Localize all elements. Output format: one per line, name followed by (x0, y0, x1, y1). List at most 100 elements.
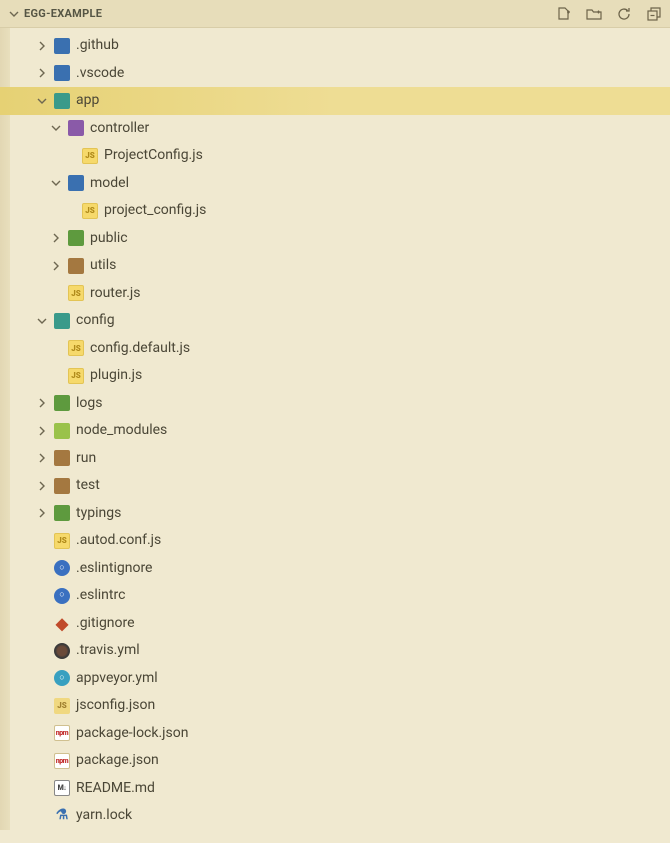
collapse-all-icon[interactable] (646, 6, 662, 22)
tree-row-model[interactable]: model (10, 170, 670, 198)
folder-icon (54, 65, 70, 81)
tree-item-label: yarn.lock (76, 802, 132, 830)
chevron-right-icon[interactable] (34, 65, 50, 81)
chevron-down-icon[interactable] (34, 93, 50, 109)
chevron-down-icon[interactable] (48, 175, 64, 191)
refresh-icon[interactable] (616, 6, 632, 22)
tree-row--eslintrc[interactable]: ○ .eslintrc (10, 582, 670, 610)
folder-icon (68, 120, 84, 136)
panel-header: EGG-EXAMPLE (0, 0, 670, 28)
tree-item-label: ProjectConfig.js (104, 142, 203, 170)
tree-item-label: package-lock.json (76, 720, 188, 748)
chevron-right-icon[interactable] (34, 505, 50, 521)
tree-item-label: .vscode (76, 60, 124, 88)
folder-icon (54, 395, 70, 411)
new-folder-icon[interactable] (586, 6, 602, 22)
file-icon: ○ (54, 560, 70, 576)
file-icon: JS (68, 340, 84, 356)
folder-icon (68, 258, 84, 274)
folder-icon (68, 230, 84, 246)
tree-row-logs[interactable]: logs (10, 390, 670, 418)
tree-row-readme-md[interactable]: M↓ README.md (10, 775, 670, 803)
file-tree: .github.vscodeappcontroller JS ProjectConf… (0, 28, 670, 830)
tree-row-plugin-js[interactable]: JS plugin.js (10, 362, 670, 390)
chevron-down-icon[interactable] (34, 313, 50, 329)
tree-item-label: appveyor.yml (76, 665, 158, 693)
tree-item-label: .gitignore (76, 610, 135, 638)
tree-row-package-json[interactable]: npmpackage.json (10, 747, 670, 775)
folder-icon (68, 175, 84, 191)
tree-row--autod-conf-js[interactable]: JS .autod.conf.js (10, 527, 670, 555)
file-icon: npm (54, 725, 70, 741)
tree-item-label: jsconfig.json (76, 692, 155, 720)
gutter-decoration (0, 28, 10, 830)
file-icon: npm (54, 753, 70, 769)
tree-row--vscode[interactable]: .vscode (10, 60, 670, 88)
file-icon: ○ (54, 588, 70, 604)
folder-icon (54, 93, 70, 109)
folder-icon (54, 423, 70, 439)
tree-row-appveyor-yml[interactable]: ○ appveyor.yml (10, 665, 670, 693)
file-icon: JS (68, 285, 84, 301)
chevron-right-icon[interactable] (48, 258, 64, 274)
tree-item-label: config.default.js (90, 335, 190, 363)
tree-row-node-modules[interactable]: node_modules (10, 417, 670, 445)
folder-icon (54, 38, 70, 54)
panel-title: EGG-EXAMPLE (24, 7, 556, 20)
chevron-right-icon[interactable] (48, 230, 64, 246)
chevron-right-icon[interactable] (34, 38, 50, 54)
folder-icon (54, 505, 70, 521)
panel-actions (556, 6, 662, 22)
file-icon: JS (54, 698, 70, 714)
tree-row-project-config-js[interactable]: JSproject_config.js (10, 197, 670, 225)
tree-row-config-default-js[interactable]: JS config.default.js (10, 335, 670, 363)
chevron-right-icon[interactable] (34, 450, 50, 466)
tree-item-label: README.md (76, 775, 155, 803)
tree-row--travis-yml[interactable]: .travis.yml (10, 637, 670, 665)
file-icon: JS (54, 533, 70, 549)
file-explorer-panel: EGG-EXAMPLE .github.vscodeappcontrollerJ… (0, 0, 670, 843)
tree-row-package-lock-json[interactable]: npm package-lock.json (10, 720, 670, 748)
new-file-icon[interactable] (556, 6, 572, 22)
tree-row-test[interactable]: test (10, 472, 670, 500)
tree-row-projectconfig-js[interactable]: JS ProjectConfig.js (10, 142, 670, 170)
tree-item-label: utils (90, 252, 116, 280)
tree-item-label: public (90, 225, 128, 253)
tree-item-label: .autod.conf.js (76, 527, 161, 555)
file-icon: JS (82, 148, 98, 164)
tree-row-utils[interactable]: utils (10, 252, 670, 280)
tree-row-config[interactable]: config (10, 307, 670, 335)
file-icon (54, 643, 70, 659)
tree-row-yarn-lock[interactable]: ⚗yarn.lock (10, 802, 670, 830)
tree-item-label: plugin.js (90, 362, 142, 390)
chevron-right-icon[interactable] (34, 478, 50, 494)
tree-item-label: config (76, 307, 115, 335)
tree-row-public[interactable]: public (10, 225, 670, 253)
file-icon: JS (82, 203, 98, 219)
tree-row-app[interactable]: app (0, 87, 670, 115)
tree-row-router-js[interactable]: JS router.js (10, 280, 670, 308)
tree-item-label: controller (90, 115, 149, 143)
tree-row-controller[interactable]: controller (10, 115, 670, 143)
tree-item-label: .eslintrc (76, 582, 125, 610)
tree-row-run[interactable]: run (10, 445, 670, 473)
tree-row--gitignore[interactable]: ◆ .gitignore (10, 610, 670, 638)
folder-icon (54, 450, 70, 466)
tree-item-label: .github (76, 32, 119, 60)
file-icon: ◆ (54, 615, 70, 631)
chevron-right-icon[interactable] (34, 423, 50, 439)
panel-collapse-chevron-icon[interactable] (6, 6, 22, 22)
file-icon: M↓ (54, 780, 70, 796)
tree-row-typings[interactable]: typings (10, 500, 670, 528)
tree-item-label: router.js (90, 280, 140, 308)
tree-row--eslintignore[interactable]: ○.eslintignore (10, 555, 670, 583)
tree-item-label: .travis.yml (76, 637, 140, 665)
tree-row--github[interactable]: .github (10, 32, 670, 60)
chevron-down-icon[interactable] (48, 120, 64, 136)
file-icon: ○ (54, 670, 70, 686)
tree-item-label: app (76, 87, 99, 115)
file-icon: JS (68, 368, 84, 384)
tree-row-jsconfig-json[interactable]: JS jsconfig.json (10, 692, 670, 720)
tree-item-label: test (76, 472, 100, 500)
chevron-right-icon[interactable] (34, 395, 50, 411)
